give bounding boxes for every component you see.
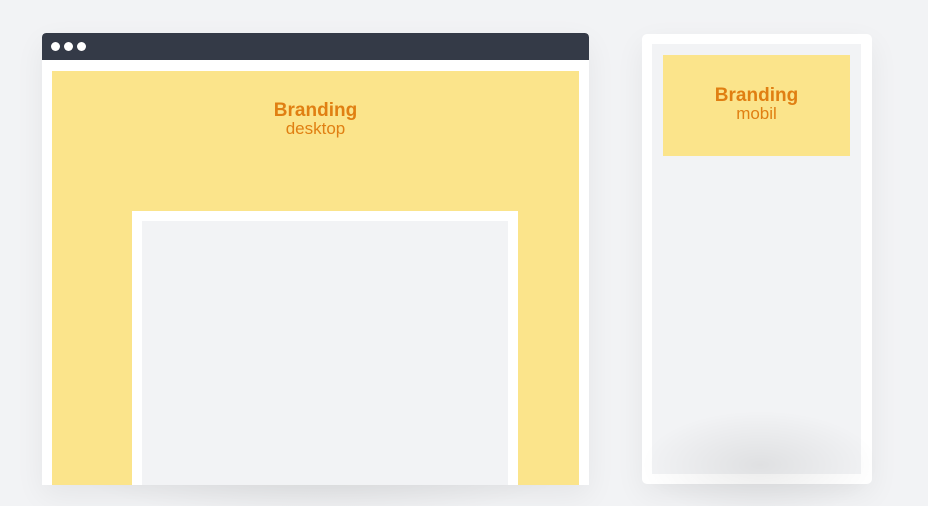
mobile-screen: Branding mobil xyxy=(652,44,861,474)
desktop-branding-subtitle: desktop xyxy=(285,119,346,138)
browser-title-bar xyxy=(42,33,589,60)
desktop-content-area xyxy=(142,221,508,485)
mobile-branding-label: Branding mobil xyxy=(663,86,850,122)
mobile-branding-subtitle: mobil xyxy=(736,104,777,123)
mobile-branding-title: Branding xyxy=(714,85,799,106)
desktop-browser-mockup: Branding desktop xyxy=(42,33,589,485)
mobile-branding-area: Branding mobil xyxy=(663,55,850,156)
mobile-device-mockup: Branding mobil xyxy=(642,34,872,484)
window-control-dot-icon xyxy=(64,42,73,51)
window-control-dot-icon xyxy=(77,42,86,51)
layout-diagram: Branding desktop Branding mobil xyxy=(0,0,928,506)
desktop-branding-title: Branding xyxy=(273,100,358,121)
desktop-branding-label: Branding desktop xyxy=(52,101,579,137)
desktop-branding-area: Branding desktop xyxy=(52,71,579,485)
window-control-dot-icon xyxy=(51,42,60,51)
desktop-content-frame xyxy=(132,211,518,485)
